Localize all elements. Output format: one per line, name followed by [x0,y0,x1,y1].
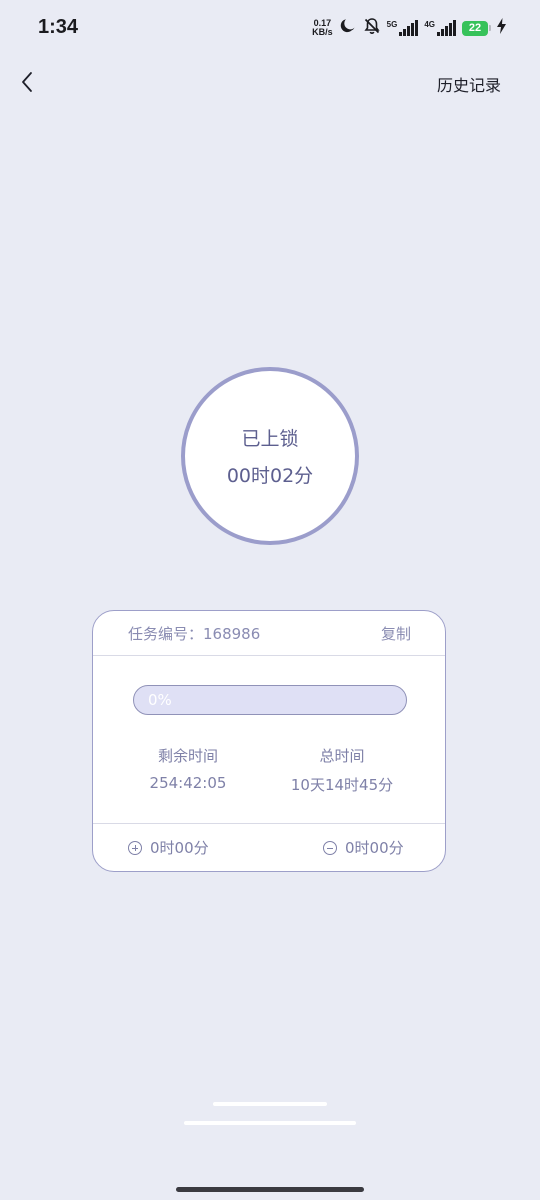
bell-muted-icon [363,17,381,40]
status-time: 1:34 [38,16,79,38]
lock-status-circle: 已上锁 00时02分 [181,367,359,545]
task-card-footer: 0时00分 0时00分 [93,823,445,871]
home-indicator[interactable] [176,1187,364,1192]
total-time-stat: 总时间 10天14时45分 [267,745,417,795]
remaining-time-value: 254:42:05 [149,774,227,792]
total-time-label: 总时间 [319,747,365,765]
remaining-time-label: 剩余时间 [157,747,218,765]
chevron-left-icon [20,71,34,97]
signal-5g-icon: 5G [387,20,419,36]
signal-4g-icon: 4G [424,20,456,36]
moon-icon [339,17,357,40]
plus-circle-icon [128,840,142,855]
decorative-line [213,1102,327,1106]
task-card-header: 任务编号：168986 复制 [93,611,445,656]
network-speed-unit: KB/s [312,27,333,37]
subtract-time-label: 0时00分 [345,839,404,857]
task-id-label: 任务编号：168986 [128,624,261,643]
lock-status-text: 已上锁 [241,428,299,450]
task-progress-bar: 0% [133,685,407,715]
network-speed: 0.17 KB/s [312,19,333,37]
add-time-button[interactable]: 0时00分 [128,837,209,858]
task-card: 任务编号：168986 复制 0% 剩余时间 254:42:05 总时间 10天… [92,610,446,872]
status-bar: 1:34 0.17 KB/s 5G 4G 22 [0,0,540,58]
subtract-time-button[interactable]: 0时00分 [323,837,404,858]
charging-icon [497,17,506,39]
task-progress-text: 0% [148,691,172,709]
total-time-value: 10天14时45分 [290,776,394,794]
remaining-time-stat: 剩余时间 254:42:05 [113,745,263,792]
back-button[interactable] [12,68,42,100]
status-icons: 0.17 KB/s 5G 4G 22 [312,16,506,40]
decorative-line [184,1121,356,1125]
add-time-label: 0时00分 [150,839,209,857]
battery-level: 22 [468,22,482,34]
minus-circle-icon [323,840,337,855]
copy-button[interactable]: 复制 [381,623,411,644]
history-link[interactable]: 历史记录 [437,72,501,96]
battery-icon: 22 [462,20,491,36]
lock-duration-text: 00时02分 [226,465,314,487]
